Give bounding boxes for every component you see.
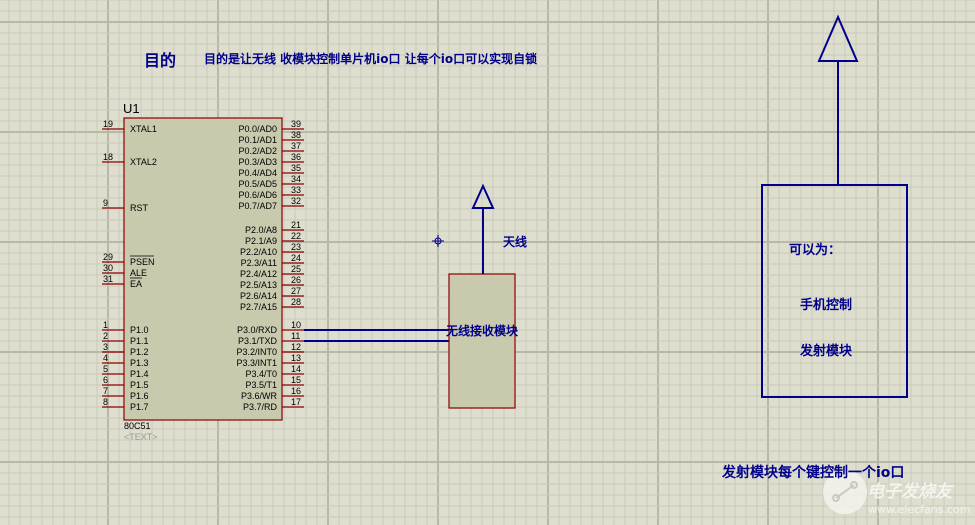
pin-number: 9	[103, 198, 108, 208]
pin-name: PSEN	[130, 257, 155, 267]
chip-80c51[interactable]: 19 XTAL1 18 XTAL2 9 RST 29 PSEN 30 ALE 31 EA 1 P1.0 2 P…	[102, 117, 304, 421]
pin-name: ALE	[130, 268, 147, 278]
pin-number: 23	[291, 242, 301, 252]
pin-name: P2.6/A14	[240, 291, 277, 301]
pin-number: 27	[291, 286, 301, 296]
pin-number: 22	[291, 231, 301, 241]
pin-name: P0.5/AD5	[238, 179, 277, 189]
pin-number: 26	[291, 275, 301, 285]
transmitter-line2: 手机控制	[800, 298, 853, 313]
pin-name: P2.7/A15	[240, 302, 277, 312]
antenna-label: 天线	[503, 235, 528, 249]
pin-number: 31	[103, 274, 113, 284]
pin-number: 33	[291, 185, 301, 195]
pin-name: P1.1	[130, 336, 149, 346]
pin-name: P3.5/T1	[245, 380, 277, 390]
pin-name: P0.6/AD6	[238, 190, 277, 200]
pin-number: 37	[291, 141, 301, 151]
pin-number: 25	[291, 264, 301, 274]
watermark-url: www.elecfans.com	[868, 503, 971, 516]
pin-number: 29	[103, 252, 113, 262]
pin-number: 38	[291, 130, 301, 140]
pin-number: 13	[291, 353, 301, 363]
pin-number: 24	[291, 253, 301, 263]
pin-number: 7	[103, 386, 108, 396]
pin-number: 15	[291, 375, 301, 385]
pin-name: P0.2/AD2	[238, 146, 277, 156]
pin-number: 19	[103, 119, 113, 129]
pin-name: P1.6	[130, 391, 149, 401]
watermark-brand: 电子发烧友	[867, 482, 952, 502]
pin-number: 3	[103, 342, 108, 352]
pin-number: 28	[291, 297, 301, 307]
pin-name: P1.5	[130, 380, 149, 390]
pin-number: 8	[103, 397, 108, 407]
pin-number: 16	[291, 386, 301, 396]
pin-name: P3.6/WR	[241, 391, 278, 401]
pin-name: RST	[130, 203, 149, 213]
pin-number: 11	[291, 331, 300, 341]
pin-number: 34	[291, 174, 301, 184]
pin-name: P2.4/A12	[240, 269, 277, 279]
chip-ref: U1	[123, 101, 140, 116]
pin-number: 6	[103, 375, 108, 385]
pin-number: 30	[103, 263, 113, 273]
pin-name: P3.0/RXD	[237, 325, 278, 335]
pin-number: 12	[291, 342, 301, 352]
pin-name: P2.2/A10	[240, 247, 277, 257]
pin-name: P1.2	[130, 347, 149, 357]
pin-number: 17	[291, 397, 301, 407]
pin-number: 5	[103, 364, 108, 374]
pin-number: 21	[291, 220, 301, 230]
pin-name: EA	[130, 279, 142, 289]
crosshair-icon	[432, 235, 444, 247]
pin-name: P0.1/AD1	[238, 135, 277, 145]
pin-name: P3.2/INT0	[236, 347, 277, 357]
pin-number: 10	[291, 320, 301, 330]
pin-name: P1.4	[130, 369, 149, 379]
receiver-antenna-icon[interactable]	[471, 183, 495, 274]
receiver-module-label: 无线接收模块	[446, 324, 519, 338]
transmitter-line3: 发射模块	[800, 344, 853, 359]
pin-name: P0.7/AD7	[238, 201, 277, 211]
pin-number: 39	[291, 119, 301, 129]
pin-name: P3.4/T0	[245, 369, 277, 379]
pin-name: P2.0/A8	[245, 225, 277, 235]
pin-name: P1.3	[130, 358, 149, 368]
title-text: 目的是让无线 收模块控制单片机io口 让每个io口可以实现自锁	[204, 52, 538, 66]
chip-text-placeholder: <TEXT>	[124, 432, 158, 442]
pin-name: P0.4/AD4	[238, 168, 277, 178]
pin-name: P3.1/TXD	[238, 336, 278, 346]
pin-name: P2.1/A9	[245, 236, 277, 246]
pin-number: 18	[103, 152, 113, 162]
pin-name: XTAL2	[130, 157, 157, 167]
receiver-module[interactable]	[448, 273, 516, 409]
pin-number: 32	[291, 196, 301, 206]
pin-name: P0.3/AD3	[238, 157, 277, 167]
pin-name: P0.0/AD0	[238, 124, 277, 134]
pin-number: 1	[103, 320, 108, 330]
title-heading: 目的	[144, 51, 177, 70]
transmitter-line1: 可以为：	[789, 243, 842, 258]
pin-number: 4	[103, 353, 108, 363]
pin-number: 2	[103, 331, 108, 341]
pin-name: P1.0	[130, 325, 149, 335]
transmitter-antenna-icon[interactable]	[817, 14, 859, 185]
pin-name: P2.5/A13	[240, 280, 277, 290]
pin-name: P3.7/RD	[243, 402, 278, 412]
pin-number: 36	[291, 152, 301, 162]
schematic-canvas[interactable]: 19 XTAL1 18 XTAL2 9 RST 29 PSEN 30 ALE 31 EA 1 P1.0 2 P…	[0, 0, 975, 525]
pin-number: 14	[291, 364, 301, 374]
chip-part: 80C51	[124, 421, 151, 431]
pin-name: P2.3/A11	[241, 258, 277, 268]
pin-name: P1.7	[130, 402, 149, 412]
pin-name: P3.3/INT1	[236, 358, 277, 368]
pin-number: 35	[291, 163, 301, 173]
pin-name: XTAL1	[130, 124, 157, 134]
